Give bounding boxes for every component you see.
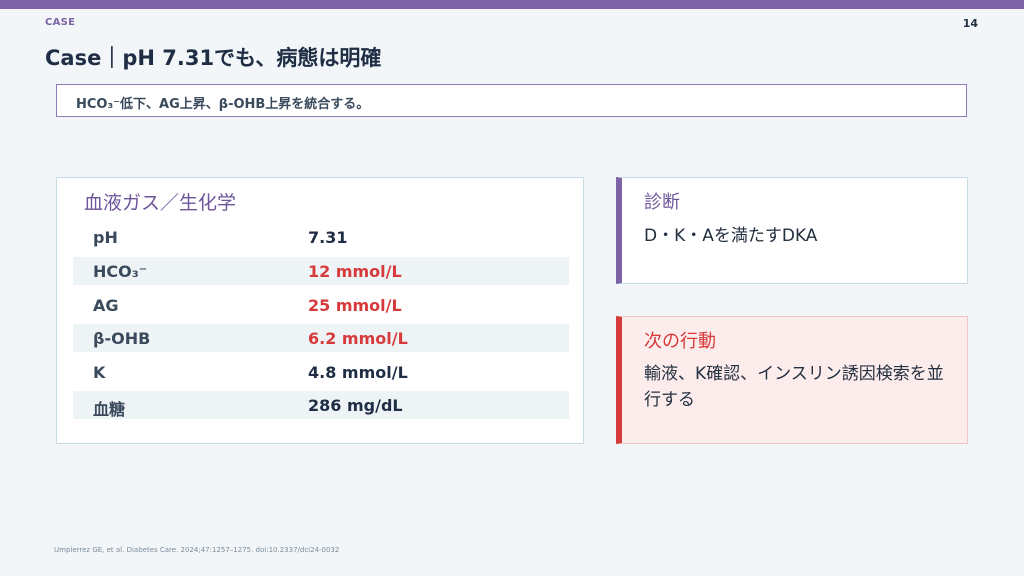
lab-value: 25 mmol/L bbox=[308, 296, 402, 315]
lab-row-glucose: 血糖 286 mg/dL bbox=[73, 391, 569, 419]
lab-name: HCO₃⁻ bbox=[93, 262, 148, 281]
lab-row-ph: pH 7.31 bbox=[73, 223, 569, 251]
lab-value: 286 mg/dL bbox=[308, 396, 403, 415]
diagnosis-card: 診断 D・K・Aを満たすDKA bbox=[616, 177, 968, 284]
summary-callout: HCO₃⁻低下、AG上昇、β-OHB上昇を統合する。 bbox=[56, 84, 967, 117]
summary-callout-text: HCO₃⁻低下、AG上昇、β-OHB上昇を統合する。 bbox=[76, 97, 370, 112]
slide-title: Case｜pH 7.31でも、病態は明確 bbox=[45, 46, 382, 70]
lab-name: K bbox=[93, 363, 106, 382]
lab-row-bohb: β-OHB 6.2 mmol/L bbox=[73, 324, 569, 352]
citation-footer: Umpierrez GE, et al. Diabetes Care. 2024… bbox=[54, 546, 340, 554]
section-label: CASE bbox=[45, 17, 76, 28]
lab-name: β-OHB bbox=[93, 329, 151, 348]
next-action-text: 輸液、K確認、インスリン誘因検索を並行する bbox=[644, 364, 944, 410]
next-action-card: 次の行動 輸液、K確認、インスリン誘因検索を並行する bbox=[616, 316, 968, 444]
lab-panel-title: 血液ガス／生化学 bbox=[84, 192, 237, 214]
lab-value: 7.31 bbox=[308, 228, 348, 247]
lab-row-ag: AG 25 mmol/L bbox=[73, 291, 569, 319]
diagnosis-text: D・K・Aを満たすDKA bbox=[644, 226, 818, 246]
lab-name: 血糖 bbox=[93, 400, 126, 419]
lab-value: 12 mmol/L bbox=[308, 262, 402, 281]
page-number: 14 bbox=[962, 17, 978, 30]
top-accent-bar bbox=[0, 0, 1024, 9]
lab-value: 6.2 mmol/L bbox=[308, 329, 408, 348]
lab-name: AG bbox=[93, 296, 119, 315]
next-action-title: 次の行動 bbox=[644, 331, 716, 352]
diagnosis-title: 診断 bbox=[644, 192, 680, 213]
lab-name: pH bbox=[93, 228, 118, 247]
lab-row-hco3: HCO₃⁻ 12 mmol/L bbox=[73, 257, 569, 285]
lab-results-panel: 血液ガス／生化学 pH 7.31 HCO₃⁻ 12 mmol/L AG 25 m… bbox=[56, 177, 584, 444]
lab-row-k: K 4.8 mmol/L bbox=[73, 358, 569, 386]
lab-value: 4.8 mmol/L bbox=[308, 363, 408, 382]
